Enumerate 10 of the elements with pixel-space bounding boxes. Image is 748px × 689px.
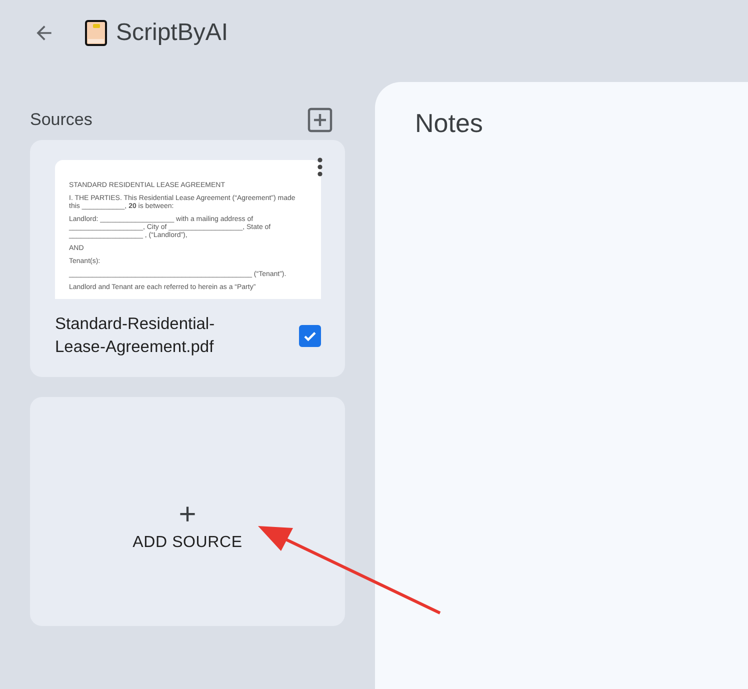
app-title: ScriptByAI <box>116 18 228 46</box>
notes-title: Notes <box>415 108 483 138</box>
source-checkbox[interactable] <box>299 325 321 347</box>
add-source-button[interactable]: + ADD SOURCE <box>30 397 345 626</box>
sources-heading: Sources <box>30 110 92 130</box>
check-icon <box>303 329 317 343</box>
add-source-icon-button[interactable] <box>307 107 333 133</box>
more-options-icon[interactable] <box>317 157 323 177</box>
book-icon <box>85 20 107 46</box>
source-name: Standard-Residential-Lease-Agreement.pdf <box>55 314 216 358</box>
